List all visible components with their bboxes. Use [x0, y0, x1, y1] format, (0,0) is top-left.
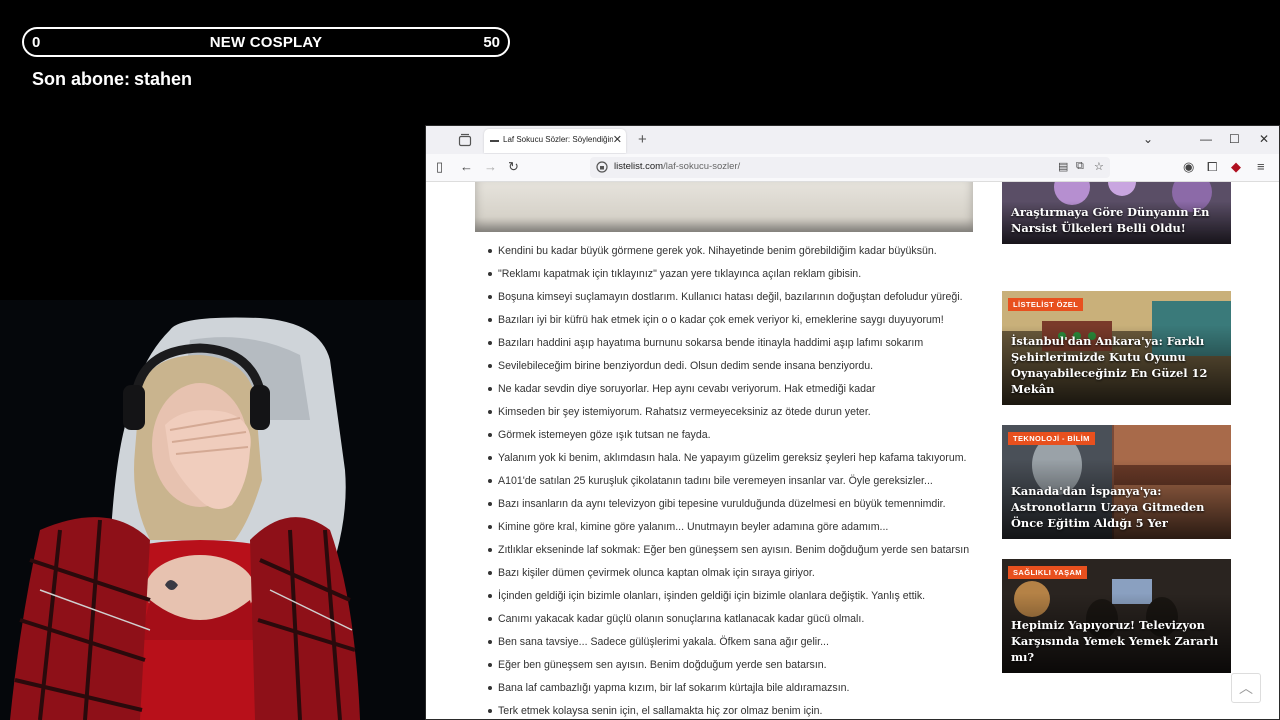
extension-badge-icon[interactable]: ◆ [1231, 159, 1241, 175]
quote-item: Bazı kişiler dümen çevirmek olunca kapta… [488, 566, 978, 589]
tab-title: Laf Sokucu Sözler: Söylendiğinde [503, 135, 613, 144]
quote-item: Ne kadar sevdin diye soruyorlar. Hep ayn… [488, 382, 978, 405]
sidebar-card[interactable]: SAĞLIKLI YAŞAM Hepimiz Yapıyoruz! Televi… [1002, 559, 1231, 673]
page-content: Kendini bu kadar büyük görmene gerek yok… [426, 182, 1279, 719]
account-icon[interactable]: ◉ [1183, 159, 1194, 175]
bookmark-star-icon[interactable]: ☆ [1094, 160, 1104, 173]
quote-item: İçinden geldiği için bizimle olanları, i… [488, 589, 978, 612]
tab-close-icon[interactable]: ✕ [613, 133, 622, 146]
menu-icon[interactable]: ≡ [1257, 159, 1265, 174]
quote-item: Zıtlıklar ekseninde laf sokmak: Eğer ben… [488, 543, 978, 566]
last-subscriber-name: stahen [134, 69, 193, 89]
stream-frame: 0 NEW COSPLAY 50 Son abone: stahen Laf S… [0, 0, 1280, 720]
card-title: Araştırmaya Göre Dünyanın En Narsist Ülk… [1011, 205, 1210, 235]
last-subscriber: Son abone: stahen [32, 69, 192, 90]
reload-icon[interactable]: ↻ [508, 159, 519, 175]
goal-title: NEW COSPLAY [209, 34, 323, 51]
address-bar[interactable]: listelist.com/laf-sokucu-sozler/ ▤ ⧉ ☆ [590, 157, 1110, 178]
sidebar-card[interactable]: TEKNOLOJİ - BİLİM Kanada'dan İspanya'ya:… [1002, 425, 1231, 539]
goal-progress-bar: 0 NEW COSPLAY 50 [22, 27, 510, 57]
quote-item: Eğer ben güneşsem sen ayısın. Benim doğd… [488, 658, 978, 681]
back-icon[interactable]: ← [460, 159, 473, 174]
quote-item: Bazıları haddini aşıp hayatıma burnunu s… [488, 336, 978, 359]
quote-item: Terk etmek kolaysa senin için, el sallam… [488, 704, 978, 719]
quote-item: Boşuna kimseyi suçlamayın dostlarım. Kul… [488, 290, 978, 313]
quote-item: Bana laf cambazlığı yapma kızım, bir laf… [488, 681, 978, 704]
quote-item: Kimseden bir şey istemiyorum. Rahatsız v… [488, 405, 978, 428]
site-info-icon[interactable] [596, 160, 608, 174]
forward-icon[interactable]: → [484, 159, 497, 174]
card-title: Hepimiz Yapıyoruz! Televizyon Karşısında… [1011, 618, 1219, 664]
tab-overflow-chevron-icon[interactable]: ⌄ [1143, 132, 1153, 146]
minimize-icon[interactable]: — [1200, 132, 1212, 146]
sidebar-card[interactable]: LİSTELİST ÖZEL İstanbul'dan Ankara'ya: F… [1002, 291, 1231, 405]
pip-icon[interactable]: ⧉ [1076, 160, 1084, 173]
url-host: listelist.com [614, 161, 664, 172]
new-tab-icon[interactable]: + [638, 131, 647, 148]
card-badge: LİSTELİST ÖZEL [1008, 298, 1084, 311]
article-image [475, 182, 973, 232]
last-subscriber-label: Son abone: [32, 69, 130, 89]
card-title: Kanada'dan İspanya'ya: Astronotların Uza… [1011, 484, 1205, 530]
quote-item: Ben sana tavsiye... Sadece gülüşlerimi y… [488, 635, 978, 658]
url-text: listelist.com/laf-sokucu-sozler/ [614, 161, 740, 172]
quote-item: Kendini bu kadar büyük görmene gerek yok… [488, 244, 978, 267]
card-title: İstanbul'dan Ankara'ya: Farklı Şehirleri… [1011, 334, 1208, 396]
close-window-icon[interactable]: ✕ [1259, 132, 1269, 146]
quote-item: Bazıları iyi bir küfrü hak etmek için o … [488, 313, 978, 336]
webcam-image [0, 300, 425, 720]
webcam-feed [0, 300, 425, 720]
sidebar-toggle-icon[interactable]: ▯ [436, 159, 443, 175]
tab-bar: Laf Sokucu Sözler: Söylendiğinde ✕ + ⌄ —… [426, 126, 1279, 154]
reader-view-icon[interactable]: ▤ [1058, 160, 1068, 173]
quote-item: Kimine göre kral, kimine göre yalanım...… [488, 520, 978, 543]
tab-active[interactable]: Laf Sokucu Sözler: Söylendiğinde ✕ [484, 129, 626, 153]
card-badge: TEKNOLOJİ - BİLİM [1008, 432, 1095, 445]
nav-bar: ▯ ← → ↻ listelist.com/laf-sokucu-sozler/… [426, 154, 1279, 182]
quote-item: A101'de satılan 25 kuruşluk çikolatanın … [488, 474, 978, 497]
quote-item: Yalanım yok ki benim, aklımdasın hala. N… [488, 451, 978, 474]
quote-item: Sevilebileceğim birine benziyordun dedi.… [488, 359, 978, 382]
quote-item: Bazı insanların da aynı televizyon gibi … [488, 497, 978, 520]
goal-max: 50 [483, 34, 500, 51]
quote-list: Kendini bu kadar büyük görmene gerek yok… [488, 244, 978, 719]
tab-list-icon[interactable] [458, 133, 472, 147]
card-badge: SAĞLIKLI YAŞAM [1008, 566, 1087, 579]
quote-item: Canımı yakacak kadar güçlü olanın sonuçl… [488, 612, 978, 635]
quote-item: "Reklamı kapatmak için tıklayınız" yazan… [488, 267, 978, 290]
maximize-icon[interactable]: ☐ [1229, 132, 1240, 146]
extensions-icon[interactable]: ⧠ [1207, 159, 1217, 175]
quote-item: Görmek istemeyen göze ışık tutsan ne fay… [488, 428, 978, 451]
browser-window: Laf Sokucu Sözler: Söylendiğinde ✕ + ⌄ —… [425, 125, 1280, 720]
url-path: /laf-sokucu-sozler/ [663, 161, 741, 172]
sidebar-card[interactable]: Araştırmaya Göre Dünyanın En Narsist Ülk… [1002, 182, 1231, 244]
scroll-to-top-button[interactable]: ︿ [1231, 673, 1261, 703]
tab-favicon-icon [490, 140, 499, 142]
